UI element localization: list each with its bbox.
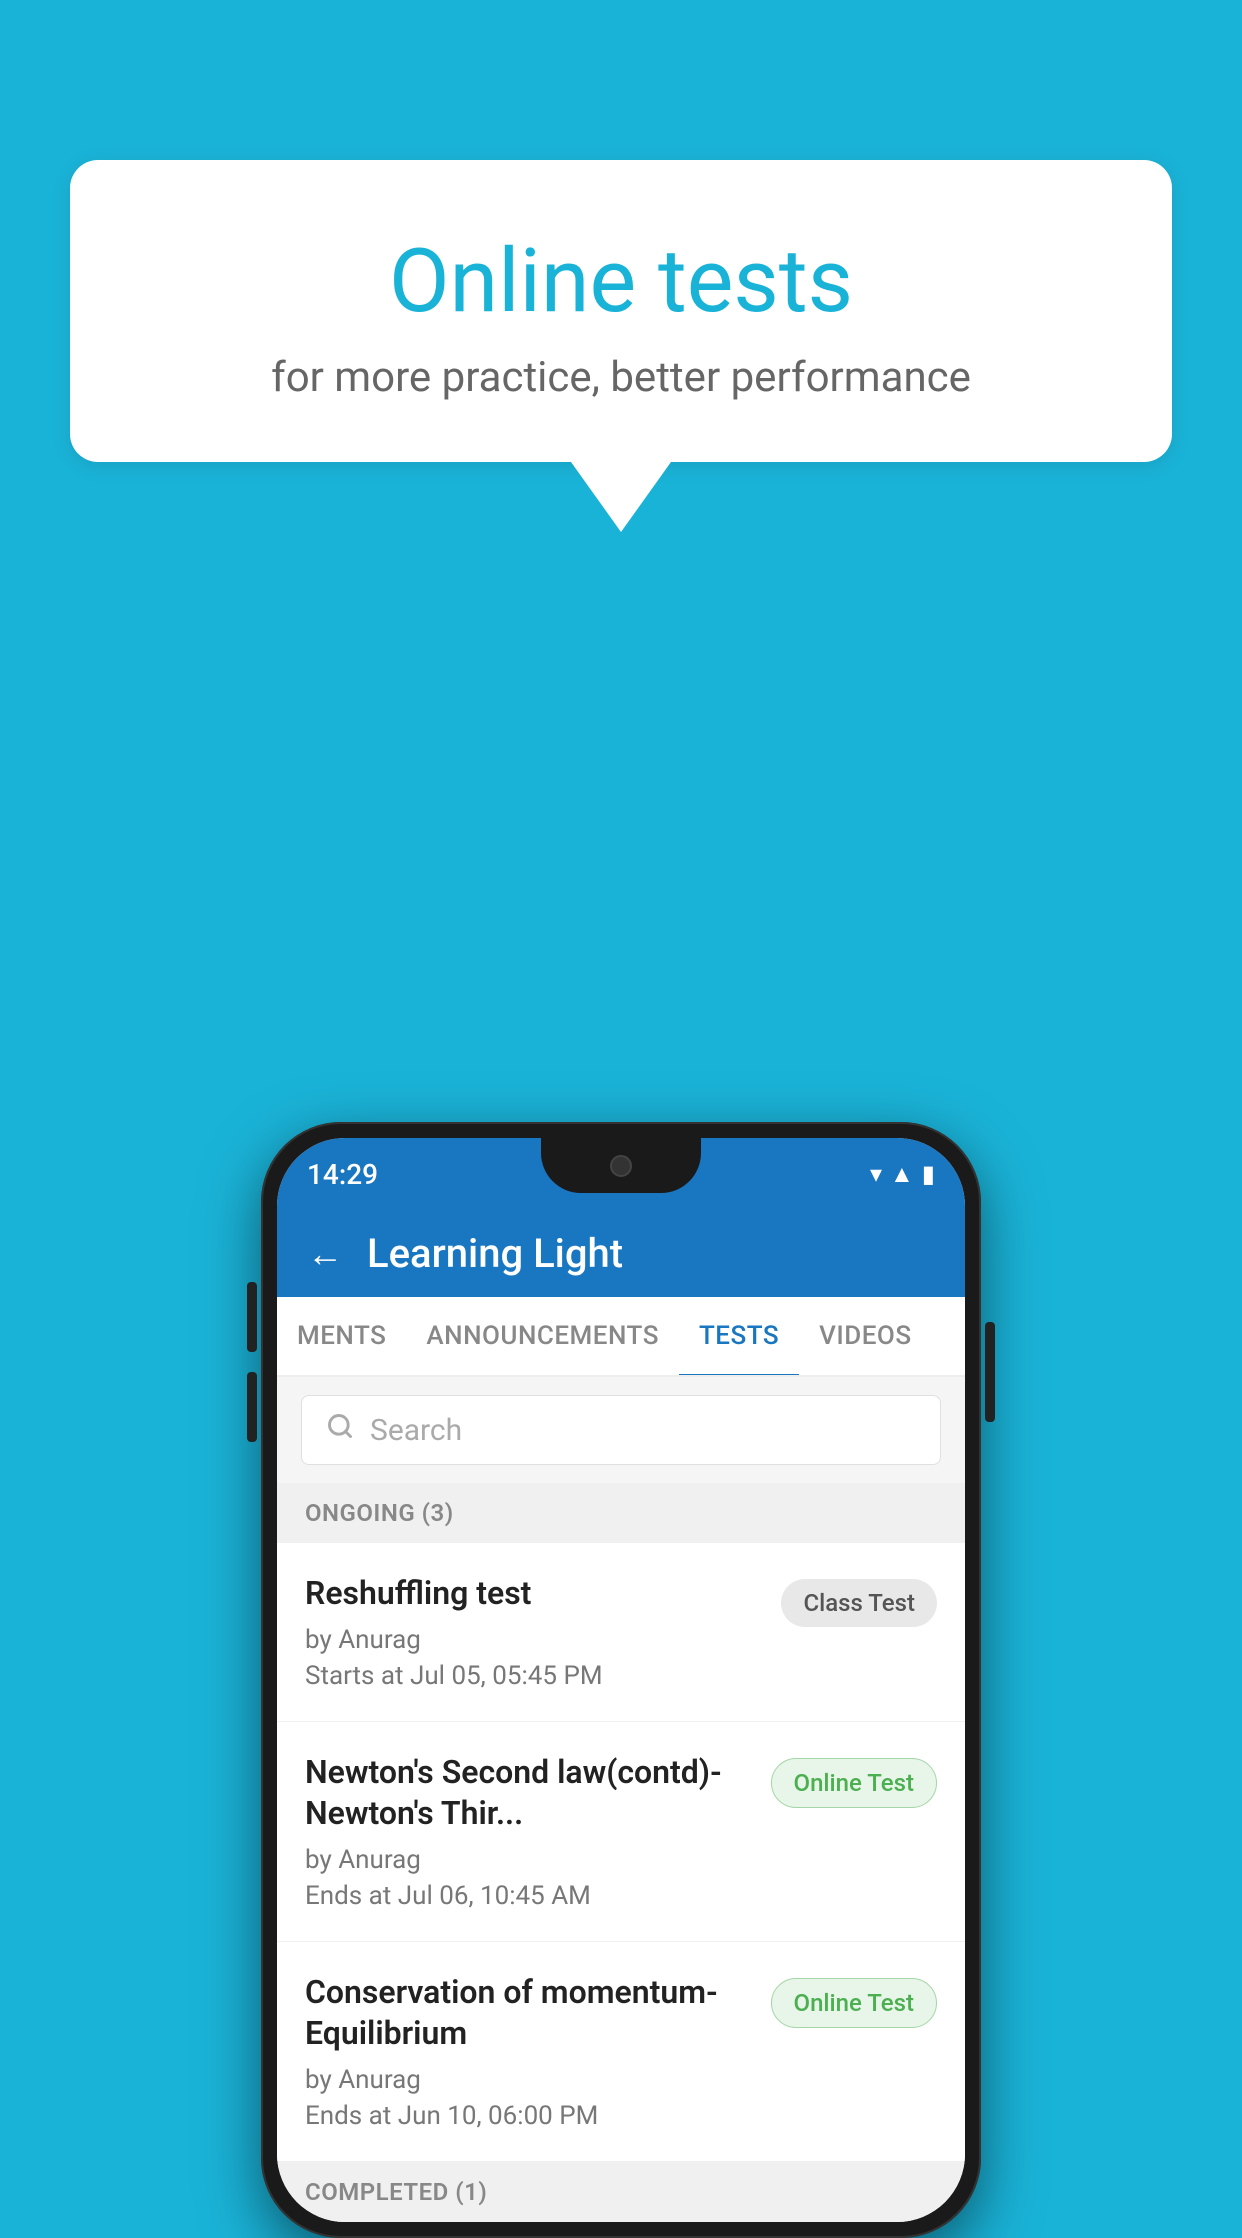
status-bar: 14:29 ▾ ▲ ▮ [277,1138,965,1210]
test-name-1: Reshuffling test [305,1573,765,1615]
test-info-2: Newton's Second law(contd)-Newton's Thir… [305,1752,771,1911]
tab-videos[interactable]: VIDEOS [799,1297,931,1375]
app-title: Learning Light [367,1230,623,1277]
test-info-3: Conservation of momentum-Equilibrium by … [305,1972,771,2131]
signal-icon: ▲ [890,1160,914,1189]
tab-ments[interactable]: MENTS [277,1297,406,1375]
test-badge-2: Online Test [771,1758,937,1808]
speech-bubble-container: Online tests for more practice, better p… [70,160,1172,532]
test-name-3: Conservation of momentum-Equilibrium [305,1972,755,2055]
completed-section-header: COMPLETED (1) [277,2162,965,2222]
test-badge-3: Online Test [771,1978,937,2028]
phone-frame: 14:29 ▾ ▲ ▮ ← Learning Light MENTS ANNOU… [261,1122,981,2238]
volume-down-button[interactable] [247,1372,257,1442]
search-bar[interactable]: Search [301,1395,941,1465]
volume-up-button[interactable] [247,1282,257,1352]
status-icons: ▾ ▲ ▮ [870,1160,935,1189]
test-info-1: Reshuffling test by Anurag Starts at Jul… [305,1573,781,1691]
speech-bubble: Online tests for more practice, better p… [70,160,1172,462]
test-author-3: by Anurag [305,2065,755,2095]
test-date-2: Ends at Jul 06, 10:45 AM [305,1881,755,1911]
phone-camera [610,1155,632,1177]
app-header: ← Learning Light [277,1210,965,1297]
test-author-2: by Anurag [305,1845,755,1875]
tab-announcements[interactable]: ANNOUNCEMENTS [406,1297,679,1375]
phone-screen: 14:29 ▾ ▲ ▮ ← Learning Light MENTS ANNOU… [277,1138,965,2222]
test-date-3: Ends at Jun 10, 06:00 PM [305,2101,755,2131]
speech-bubble-arrow [571,462,671,532]
tabs-container: MENTS ANNOUNCEMENTS TESTS VIDEOS [277,1297,965,1377]
test-author-1: by Anurag [305,1625,765,1655]
speech-bubble-title: Online tests [130,230,1112,333]
battery-icon: ▮ [922,1160,935,1188]
test-item-2[interactable]: Newton's Second law(contd)-Newton's Thir… [277,1722,965,1942]
wifi-icon: ▾ [870,1160,882,1188]
search-icon [326,1412,354,1448]
phone-wrapper: 14:29 ▾ ▲ ▮ ← Learning Light MENTS ANNOU… [261,1122,981,2238]
test-date-1: Starts at Jul 05, 05:45 PM [305,1661,765,1691]
power-button[interactable] [985,1322,995,1422]
ongoing-section-header: ONGOING (3) [277,1483,965,1543]
test-name-2: Newton's Second law(contd)-Newton's Thir… [305,1752,755,1835]
test-badge-1: Class Test [781,1579,937,1627]
phone-notch [541,1138,701,1193]
test-item-1[interactable]: Reshuffling test by Anurag Starts at Jul… [277,1543,965,1722]
test-item-3[interactable]: Conservation of momentum-Equilibrium by … [277,1942,965,2162]
speech-bubble-subtitle: for more practice, better performance [130,353,1112,402]
search-input-placeholder: Search [370,1413,462,1448]
status-time: 14:29 [307,1158,378,1191]
search-bar-container: Search [277,1377,965,1483]
back-button[interactable]: ← [307,1233,343,1275]
tab-tests[interactable]: TESTS [679,1297,799,1375]
